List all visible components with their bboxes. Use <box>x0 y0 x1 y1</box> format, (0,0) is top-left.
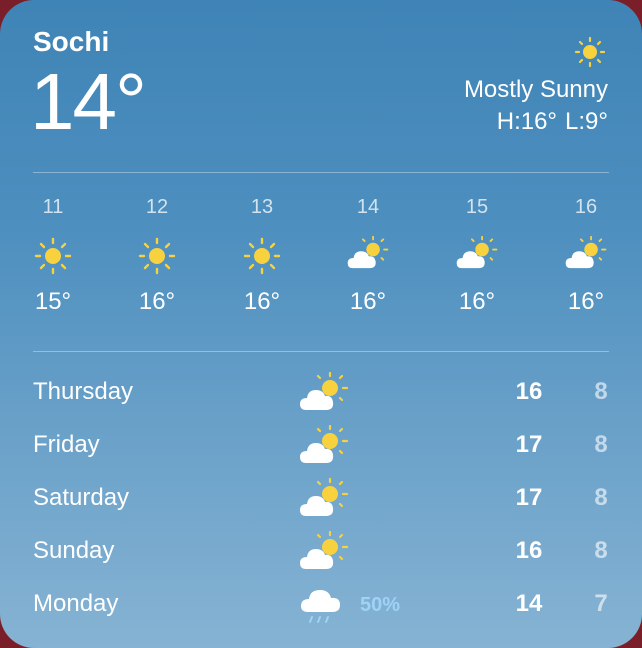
partly-cloudy-icon <box>298 530 350 575</box>
partly-cloudy-icon <box>455 235 499 276</box>
partly-cloudy-icon <box>298 477 350 522</box>
hourly-item: 16 16° <box>546 196 626 316</box>
day-name: Thursday <box>33 378 134 405</box>
low-temp: L:9° <box>565 108 608 135</box>
hourly-item: 12 16° <box>117 196 197 316</box>
day-name: Monday <box>33 590 119 617</box>
day-low: 8 <box>594 378 608 405</box>
hour-label: 16 <box>574 196 598 218</box>
partly-cloudy-icon <box>564 235 608 276</box>
daily-row: Monday 50% 14 7 <box>0 584 642 624</box>
day-high: 17 <box>515 431 543 458</box>
condition-text: Mostly Sunny <box>463 76 608 103</box>
hour-temp: 16° <box>138 288 176 315</box>
divider <box>33 172 609 173</box>
day-name: Sunday <box>33 537 115 564</box>
high-low: H:16° L:9° <box>489 108 608 136</box>
day-low: 8 <box>594 537 608 564</box>
partly-cloudy-icon <box>346 235 390 276</box>
sun-icon <box>31 236 75 276</box>
sun-icon <box>135 236 179 276</box>
hourly-item: 14 16° <box>328 196 408 316</box>
daily-row: Sunday 16 8 <box>0 530 642 571</box>
hour-label: 12 <box>145 196 169 218</box>
hourly-item: 15 16° <box>437 196 517 316</box>
hour-temp: 16° <box>567 288 605 315</box>
partly-cloudy-icon <box>298 424 350 469</box>
day-low: 7 <box>594 590 608 617</box>
day-name: Saturday <box>33 484 130 511</box>
day-high: 16 <box>515 537 543 564</box>
hour-temp: 16° <box>243 288 281 315</box>
daily-row: Saturday 17 8 <box>0 477 642 518</box>
sun-icon <box>574 36 606 68</box>
hour-temp: 16° <box>349 288 387 315</box>
weather-widget[interactable]: Sochi 14° Mostly Sunny H:16° L:9° 11 15° 12… <box>0 0 642 648</box>
sun-icon <box>240 236 284 276</box>
day-high: 14 <box>515 590 543 617</box>
day-high: 17 <box>515 484 543 511</box>
day-low: 8 <box>594 431 608 458</box>
hourly-item: 13 16° <box>222 196 302 316</box>
hour-label: 13 <box>250 196 274 218</box>
day-low: 8 <box>594 484 608 511</box>
hour-label: 11 <box>42 196 64 218</box>
high-temp: H:16° <box>496 108 558 135</box>
hour-label: 14 <box>356 196 380 218</box>
hour-label: 15 <box>465 196 489 218</box>
current-temperature: 14° <box>30 57 147 146</box>
city-name: Sochi <box>33 26 110 57</box>
precip-chance: 50% <box>360 594 401 616</box>
day-high: 16 <box>515 378 543 405</box>
hour-temp: 16° <box>458 288 496 315</box>
hourly-item: 11 15° <box>13 196 93 316</box>
daily-row: Thursday 16 8 <box>0 371 642 412</box>
daily-row: Friday 17 8 <box>0 424 642 465</box>
rain-icon <box>298 584 350 628</box>
partly-cloudy-icon <box>298 371 350 416</box>
hour-temp: 15° <box>34 288 72 315</box>
day-name: Friday <box>33 431 100 458</box>
divider <box>33 351 609 352</box>
